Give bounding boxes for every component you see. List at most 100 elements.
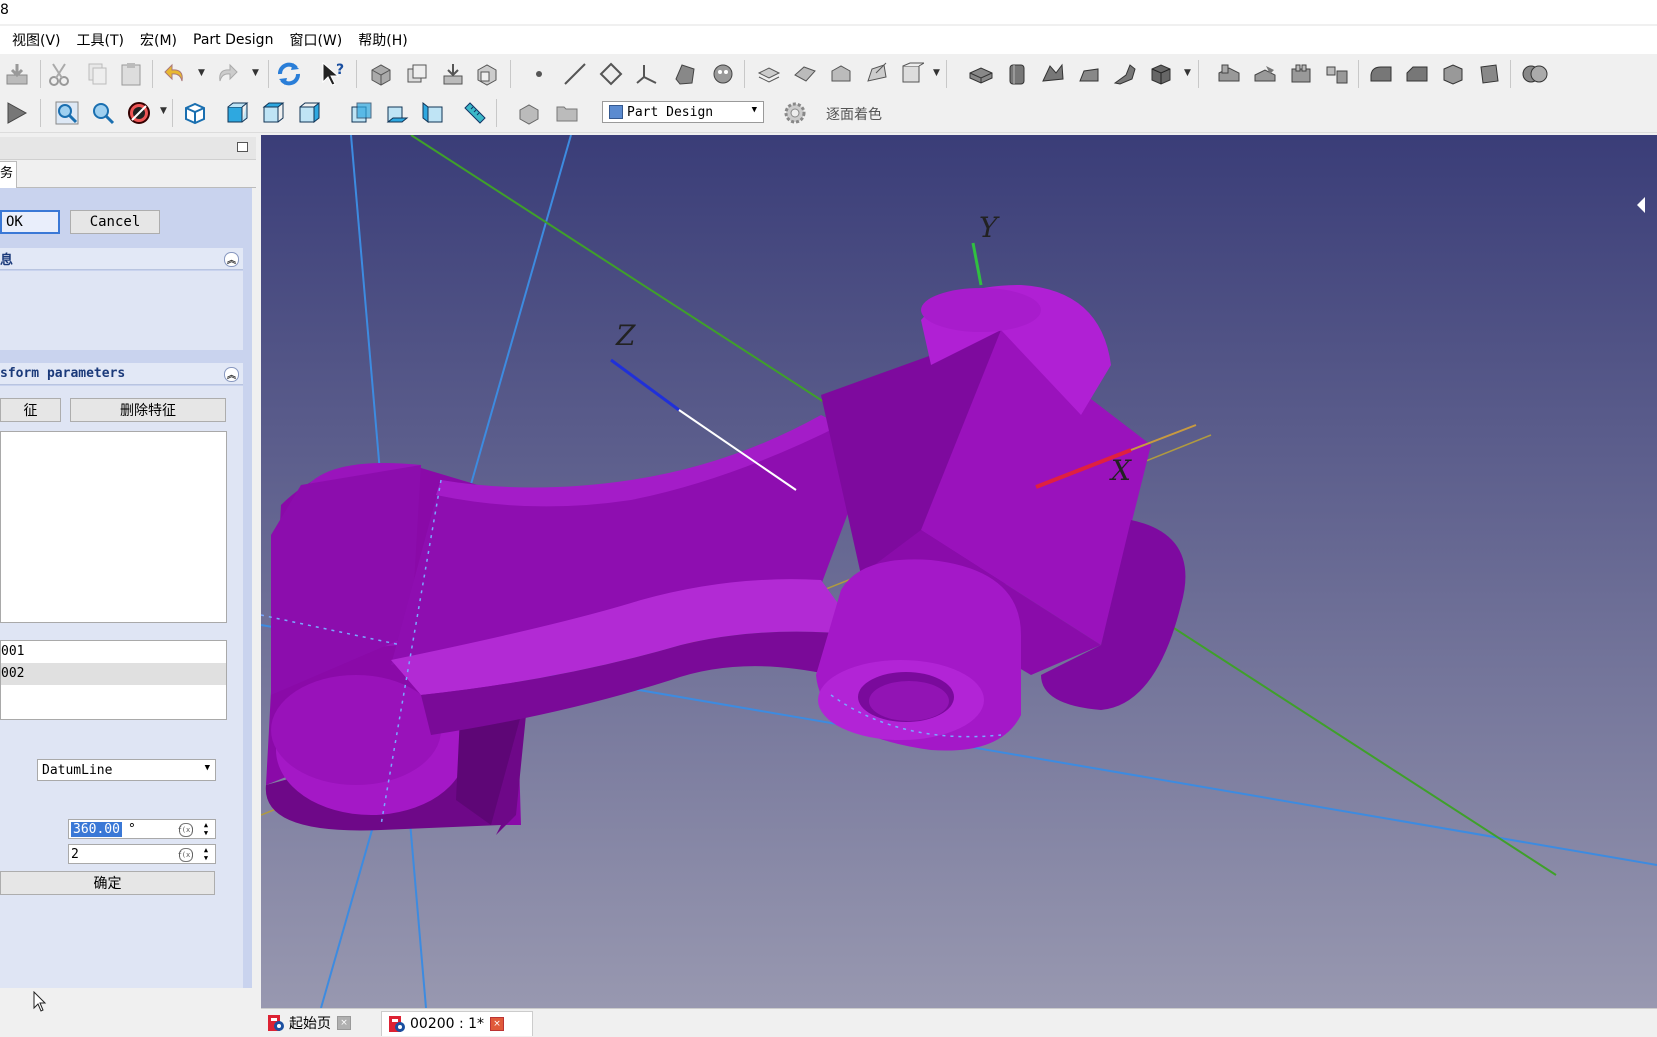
- revolution-icon[interactable]: [1002, 59, 1032, 89]
- clone-solid-icon[interactable]: [708, 59, 738, 89]
- import-icon[interactable]: [438, 59, 468, 89]
- cut-icon[interactable]: [44, 59, 74, 89]
- paste-icon[interactable]: [116, 59, 146, 89]
- axis-select[interactable]: DatumLine ▼: [37, 759, 216, 781]
- datum-line-icon[interactable]: [560, 59, 590, 89]
- ok-button[interactable]: OK: [0, 210, 60, 234]
- menu-tools[interactable]: 工具(T): [77, 30, 124, 50]
- menu-part-design[interactable]: Part Design: [193, 32, 273, 48]
- additive-pipe-icon[interactable]: [1074, 59, 1104, 89]
- create-part-icon[interactable]: [514, 98, 544, 128]
- datum-point-icon[interactable]: [524, 59, 554, 89]
- 3d-scene[interactable]: Z Y X: [261, 135, 1657, 1008]
- view-front-icon[interactable]: [222, 98, 252, 128]
- view-isometric-icon[interactable]: [180, 98, 210, 128]
- menu-help[interactable]: 帮助(H): [358, 30, 407, 50]
- transform-group-title: sform parameters: [0, 366, 126, 381]
- map-sketch-icon[interactable]: [826, 59, 856, 89]
- view-right-icon[interactable]: [294, 98, 324, 128]
- expression-icon[interactable]: f(x): [178, 848, 194, 862]
- list-item[interactable]: 001: [1, 641, 226, 663]
- collapse-icon[interactable]: ︽: [224, 252, 239, 267]
- panel-tabs: 务: [0, 159, 256, 188]
- panel-scrollbar[interactable]: [244, 188, 252, 988]
- remove-feature-button[interactable]: 删除特征: [70, 398, 226, 422]
- validate-sketch-icon[interactable]: [790, 59, 820, 89]
- menu-view[interactable]: 视图(V): [12, 30, 61, 50]
- draw-style-dropdown-icon[interactable]: ▼: [160, 106, 167, 116]
- refresh-icon[interactable]: [274, 59, 304, 89]
- occurrences-input[interactable]: 2 f(x) ▲ ▼: [68, 844, 216, 864]
- measure-icon[interactable]: [460, 98, 490, 128]
- angle-input[interactable]: 360.00 ° f(x) ▲ ▼: [68, 819, 216, 839]
- message-group-body: [0, 271, 243, 350]
- cancel-button[interactable]: Cancel: [70, 210, 160, 234]
- play-macro-icon[interactable]: [2, 98, 32, 128]
- fit-selection-icon[interactable]: [88, 98, 118, 128]
- close-icon[interactable]: ×: [490, 1017, 505, 1031]
- additive-loft-icon[interactable]: [1038, 59, 1068, 89]
- draw-style-icon[interactable]: [124, 98, 154, 128]
- boolean-icon[interactable]: [1520, 59, 1550, 89]
- draft-icon[interactable]: [1438, 59, 1468, 89]
- copy-icon[interactable]: [82, 59, 112, 89]
- datum-plane-icon[interactable]: [596, 59, 626, 89]
- originals-list[interactable]: 001 002: [0, 640, 227, 720]
- local-coordinate-icon[interactable]: [632, 59, 662, 89]
- 3d-viewport[interactable]: Z Y X: [261, 135, 1657, 1008]
- sketch-icon[interactable]: [754, 59, 784, 89]
- collapse-icon[interactable]: ︽: [224, 367, 239, 382]
- view-sketch-icon[interactable]: [896, 59, 926, 89]
- message-group-header[interactable]: 息 ︽: [0, 248, 243, 270]
- gear-icon[interactable]: [780, 98, 810, 128]
- pad-icon[interactable]: [966, 59, 996, 89]
- undo-icon[interactable]: [160, 59, 190, 89]
- additive-helix-icon[interactable]: [1110, 59, 1140, 89]
- undo-dropdown-icon[interactable]: ▼: [198, 68, 205, 78]
- undock-icon[interactable]: [237, 142, 248, 152]
- add-feature-button[interactable]: 征: [0, 398, 61, 422]
- view-left-icon[interactable]: [418, 98, 448, 128]
- export-icon[interactable]: [472, 59, 502, 89]
- expression-icon[interactable]: f(x): [178, 823, 194, 837]
- clone-icon[interactable]: [402, 59, 432, 89]
- menu-window[interactable]: 窗口(W): [289, 30, 342, 50]
- view-top-icon[interactable]: [258, 98, 288, 128]
- create-group-icon[interactable]: [552, 98, 582, 128]
- hole-icon[interactable]: [1250, 59, 1280, 89]
- tab-document-00200[interactable]: 00200 : 1* ×: [381, 1011, 533, 1036]
- combo-view-panel: 务 OK Cancel 息 ︽ sform parameters ︽ 征 删除特…: [0, 133, 256, 1036]
- spin-arrows-icon[interactable]: ▲ ▼: [199, 821, 213, 837]
- title-bar: 8: [0, 0, 1657, 24]
- subtractive-loft-icon[interactable]: [1322, 59, 1352, 89]
- save-icon[interactable]: [2, 59, 32, 89]
- part-icon[interactable]: [366, 59, 396, 89]
- whats-this-icon[interactable]: ?: [318, 59, 348, 89]
- view-rear-icon[interactable]: [346, 98, 376, 128]
- fillet-icon[interactable]: [1366, 59, 1396, 89]
- primitive-dropdown-icon[interactable]: ▼: [1184, 68, 1191, 78]
- feature-list[interactable]: [0, 431, 227, 623]
- redo-icon[interactable]: [212, 59, 242, 89]
- tab-start-page[interactable]: 起始页 ×: [261, 1011, 369, 1035]
- workbench-selector[interactable]: Part Design ▼: [602, 101, 764, 123]
- view-bottom-icon[interactable]: [382, 98, 412, 128]
- shade-faces-label[interactable]: 逐面着色: [826, 104, 882, 124]
- additive-primitive-icon[interactable]: [1146, 59, 1176, 89]
- sketch-dropdown-icon[interactable]: ▼: [933, 68, 940, 78]
- menu-macro[interactable]: 宏(M): [140, 30, 177, 50]
- redo-dropdown-icon[interactable]: ▼: [252, 68, 259, 78]
- list-item[interactable]: 002: [1, 663, 226, 685]
- tab-tasks[interactable]: 务: [0, 161, 17, 188]
- thickness-icon[interactable]: [1474, 59, 1504, 89]
- transform-group-header[interactable]: sform parameters ︽: [0, 363, 243, 385]
- reorient-sketch-icon[interactable]: [862, 59, 892, 89]
- chamfer-icon[interactable]: [1402, 59, 1432, 89]
- pocket-icon[interactable]: [1214, 59, 1244, 89]
- confirm-button[interactable]: 确定: [0, 871, 215, 895]
- groove-icon[interactable]: [1286, 59, 1316, 89]
- fit-all-icon[interactable]: [52, 98, 82, 128]
- spin-arrows-icon[interactable]: ▲ ▼: [199, 846, 213, 862]
- close-icon[interactable]: ×: [337, 1016, 351, 1030]
- shape-binder-icon[interactable]: [670, 59, 700, 89]
